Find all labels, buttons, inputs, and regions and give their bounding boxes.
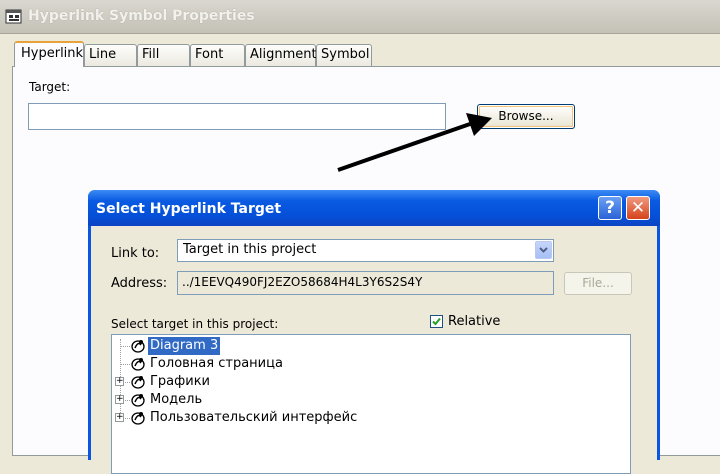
tab-hyperlink[interactable]: Hyperlink xyxy=(14,41,84,67)
close-button[interactable]: ✕ xyxy=(626,196,650,220)
tree-item-label: Пользовательский интерфейс xyxy=(150,410,358,425)
select-hyperlink-target-dialog: Select Hyperlink Target ? ✕ Link to: Tar… xyxy=(88,190,660,474)
help-button[interactable]: ? xyxy=(598,196,622,220)
tree-item-label: Графики xyxy=(150,374,211,389)
dialog-body: Link to: Target in this project Address:… xyxy=(91,226,657,474)
link-to-value: Target in this project xyxy=(183,242,317,257)
dialog-titlebar[interactable]: Select Hyperlink Target ? ✕ xyxy=(88,190,660,226)
hyperlink-node-icon xyxy=(131,412,145,425)
close-icon: ✕ xyxy=(630,198,646,218)
hyperlink-node-icon xyxy=(131,340,145,353)
help-icon: ? xyxy=(605,198,615,218)
expand-icon[interactable]: + xyxy=(115,395,124,404)
relative-label: Relative xyxy=(448,314,501,329)
hyperlink-node-icon xyxy=(131,376,145,389)
file-button[interactable]: File... xyxy=(564,272,632,295)
address-field[interactable]: ../1EEVQ490FJ2EZO58684H4L3Y6S2S4Y xyxy=(177,271,554,295)
checkmark-icon xyxy=(432,317,441,326)
tree-item-grafiki[interactable]: + Графики xyxy=(112,373,612,391)
chevron-down-icon[interactable] xyxy=(535,241,552,259)
target-tree[interactable]: Diagram 3 Головная страница + Графики + … xyxy=(111,334,631,474)
address-label: Address: xyxy=(111,276,168,291)
link-to-label: Link to: xyxy=(111,246,160,261)
hyperlink-node-icon xyxy=(131,358,145,371)
dialog-title: Select Hyperlink Target xyxy=(96,201,282,217)
expand-icon[interactable]: + xyxy=(115,377,124,386)
select-target-label: Select target in this project: xyxy=(111,317,279,331)
tree-item-label: Diagram 3 xyxy=(148,337,221,355)
tree-item-golovnaya-stranitsa[interactable]: Головная страница xyxy=(112,355,612,373)
tree-item-polzovatelskiy-interfeys[interactable]: + Пользовательский интерфейс xyxy=(112,409,612,427)
relative-checkbox[interactable] xyxy=(430,315,443,328)
expand-icon[interactable]: + xyxy=(115,413,124,422)
link-to-select[interactable]: Target in this project xyxy=(177,239,554,262)
tree-item-label: Головная страница xyxy=(150,356,283,371)
tree-item-diagram-3[interactable]: Diagram 3 xyxy=(112,337,612,355)
tree-item-label: Модель xyxy=(150,392,203,407)
hyperlink-node-icon xyxy=(131,394,145,407)
tree-item-model[interactable]: + Модель xyxy=(112,391,612,409)
